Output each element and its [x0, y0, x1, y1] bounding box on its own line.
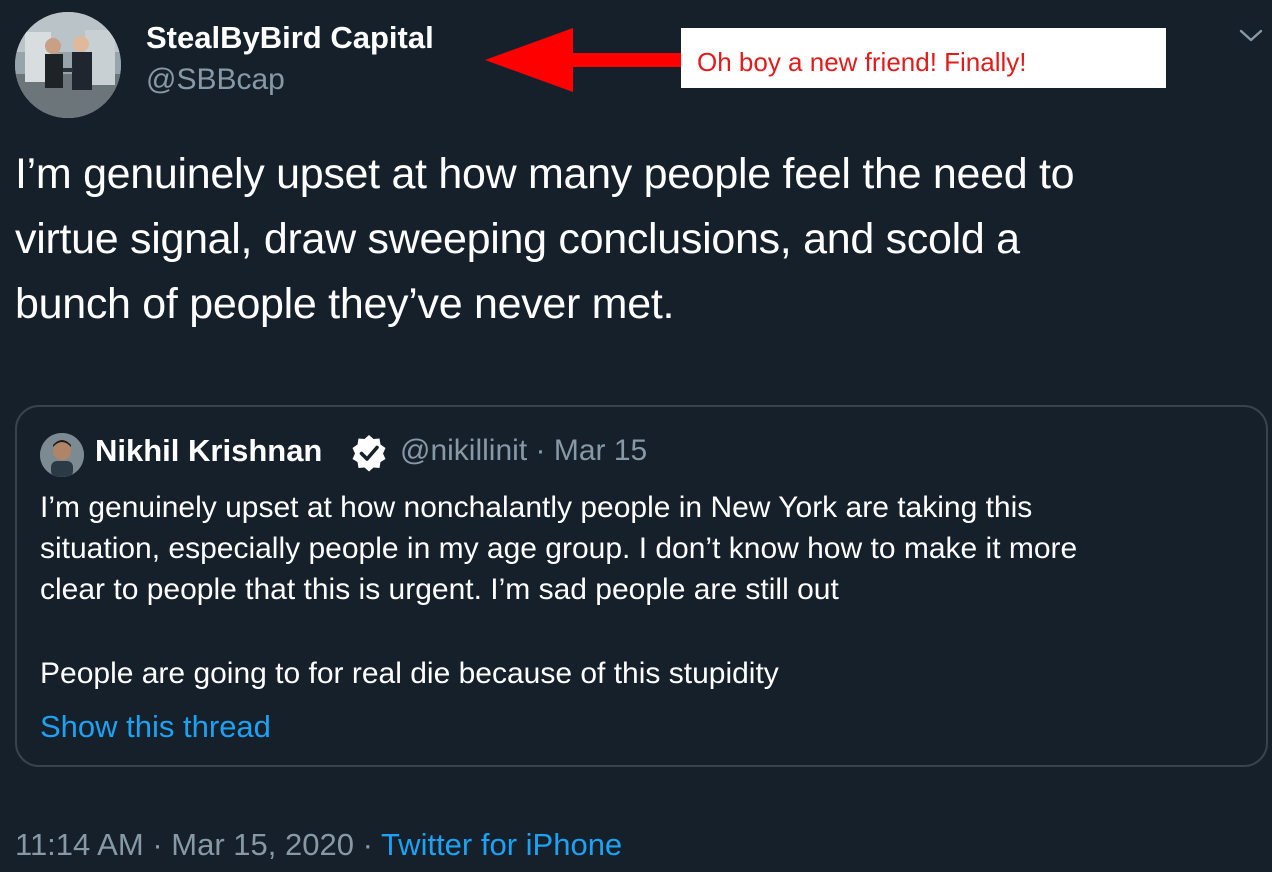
tweet-footer: 11:14 AM · Mar 15, 2020 · Twitter for iP… [15, 827, 622, 863]
annotation-arrow-icon [485, 28, 690, 92]
footer-separator: · [362, 827, 373, 862]
footer-separator: · [152, 827, 163, 862]
tweet-text-line: virtue signal, draw sweeping conclusions… [15, 215, 1020, 263]
quoted-tweet-date[interactable]: Mar 15 [554, 434, 647, 467]
annotation-box: Oh boy a new friend! Finally! [681, 28, 1166, 88]
author-avatar[interactable] [15, 12, 121, 118]
tweet-time[interactable]: 11:14 AM [15, 827, 144, 862]
show-thread-link[interactable]: Show this thread [40, 709, 271, 745]
quoted-body-line: clear to people that this is urgent. I’m… [40, 573, 839, 606]
tweet-text: I’m genuinely upset at how many people f… [15, 142, 1265, 337]
author-handle[interactable]: @SBBcap [146, 63, 285, 97]
verified-badge-icon [352, 435, 386, 472]
tweet-page: StealByBird Capital @SBBcap Oh boy a new… [0, 0, 1272, 872]
quoted-author-avatar[interactable] [40, 433, 84, 477]
tweet-date[interactable]: Mar 15, 2020 [171, 827, 354, 862]
avatar-photo-icon [15, 12, 121, 118]
quoted-author-handle[interactable]: @nikillinit [400, 434, 527, 467]
avatar-photo-icon [40, 433, 84, 477]
quoted-tweet-body: I’m genuinely upset at how nonchalantly … [40, 487, 1250, 694]
quoted-body-line: situation, especially people in my age g… [40, 532, 1078, 565]
quoted-author-name[interactable]: Nikhil Krishnan [95, 433, 322, 469]
meta-separator: · [535, 434, 546, 467]
quoted-tweet-card[interactable]: Nikhil Krishnan @nikillinit · Mar 15 I’m… [15, 405, 1268, 767]
chevron-down-icon[interactable] [1238, 26, 1264, 44]
quoted-body-line: I’m genuinely upset at how nonchalantly … [40, 491, 1033, 524]
annotation-text: Oh boy a new friend! Finally! [697, 47, 1027, 77]
tweet-text-line: bunch of people they’ve never met. [15, 280, 675, 328]
tweet-source-link[interactable]: Twitter for iPhone [381, 827, 622, 862]
author-display-name[interactable]: StealByBird Capital [146, 20, 434, 56]
tweet-text-line: I’m genuinely upset at how many people f… [15, 150, 1075, 198]
quoted-body-line: People are going to for real die because… [40, 657, 779, 690]
quoted-tweet-meta: @nikillinit · Mar 15 [400, 434, 647, 468]
